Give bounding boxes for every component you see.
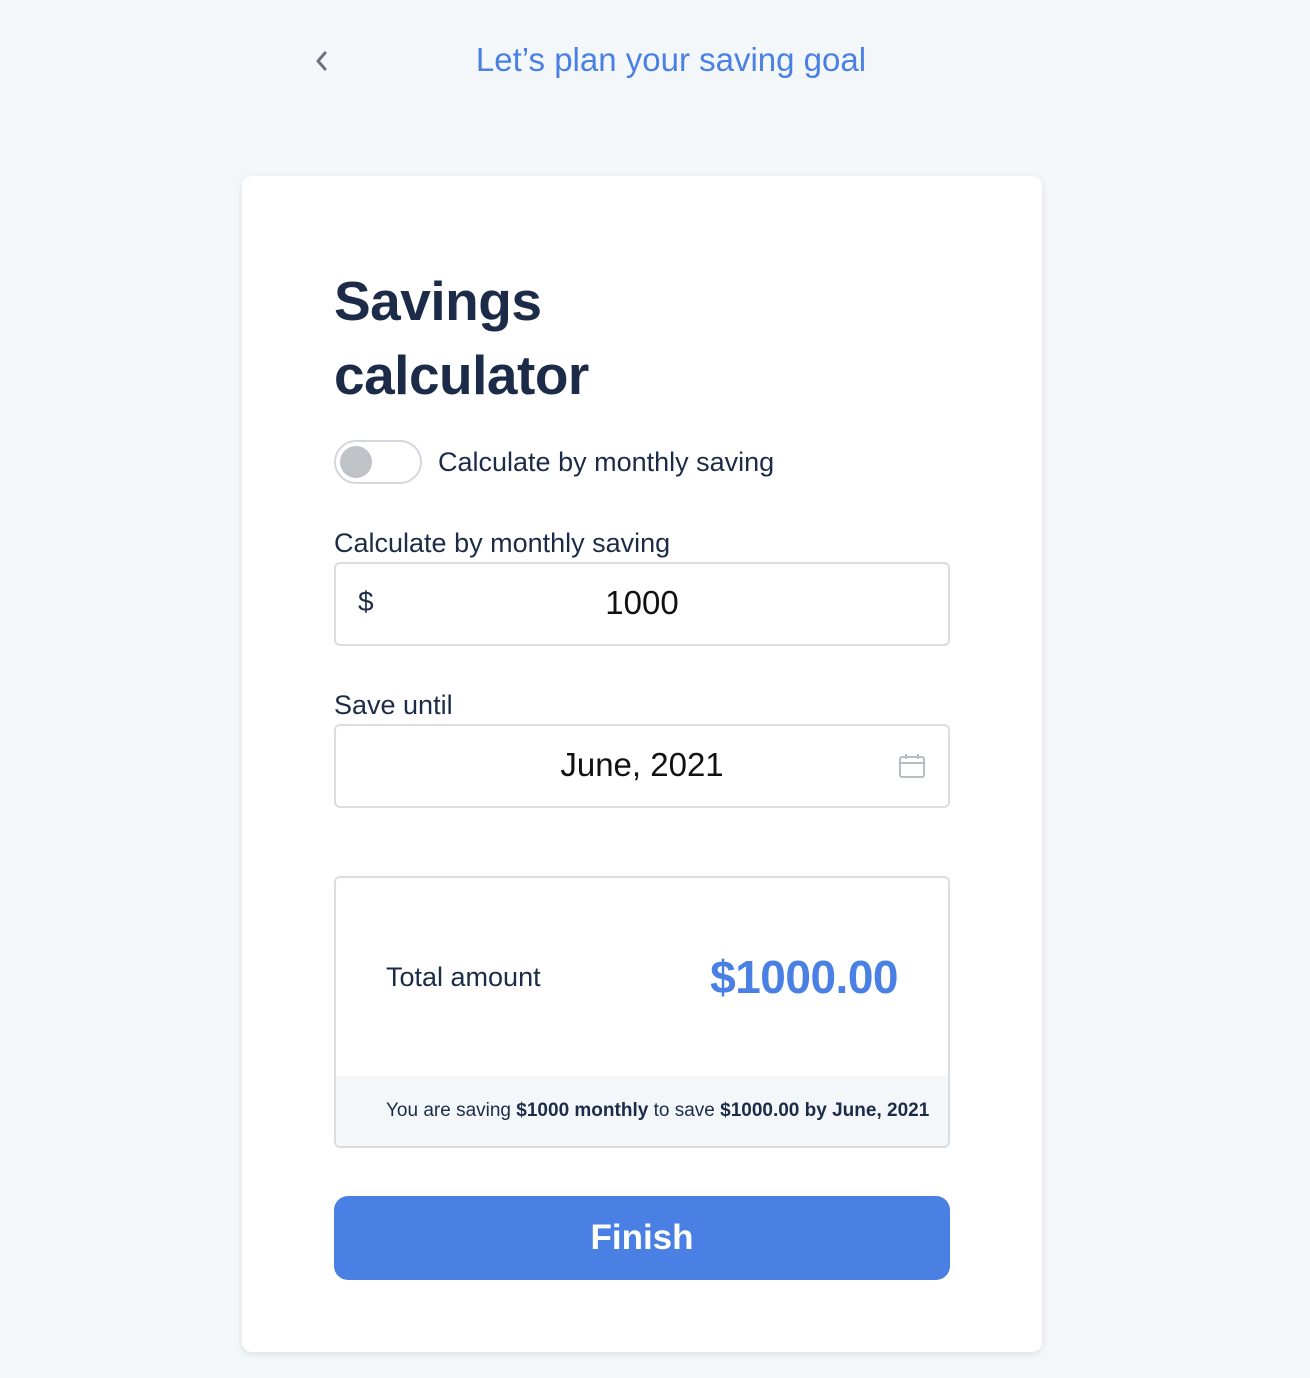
- monthly-saving-toggle[interactable]: [334, 440, 422, 484]
- calendar-icon[interactable]: [898, 752, 926, 780]
- page: Let’s plan your saving goal Savings calc…: [0, 0, 1310, 1378]
- save-until-field[interactable]: June, 2021: [334, 724, 950, 808]
- save-until-value: June, 2021: [560, 746, 724, 783]
- page-title: Let’s plan your saving goal: [475, 41, 867, 78]
- card-title-line2: calculator: [334, 344, 589, 406]
- card-title-line1: Savings: [334, 270, 542, 332]
- monthly-saving-field[interactable]: $ 1000: [334, 562, 950, 646]
- summary-box: Total amount $1000.00 You are saving $10…: [334, 876, 950, 1148]
- toggle-row: Calculate by monthly saving: [334, 440, 774, 484]
- summary-text: You are saving $1000 monthly to save $10…: [336, 1076, 948, 1146]
- total-amount-label: Total amount: [386, 962, 541, 992]
- monthly-saving-value: 1000: [605, 584, 679, 621]
- card-title: Savings calculator: [334, 264, 589, 412]
- monthly-saving-label: Calculate by monthly saving: [334, 528, 671, 558]
- summary-text-prefix: You are saving: [386, 1100, 512, 1121]
- summary-text-result: $1000.00 by June, 2021: [720, 1100, 930, 1121]
- toggle-knob: [340, 446, 372, 478]
- calculator-card: Savings calculator Calculate by monthly …: [242, 176, 1042, 1352]
- toggle-label: Calculate by monthly saving: [438, 446, 775, 477]
- finish-button[interactable]: Finish: [334, 1196, 950, 1280]
- summary-text-monthly: $1000 monthly: [516, 1100, 649, 1121]
- save-until-label: Save until: [334, 690, 453, 720]
- total-amount-value: $1000.00: [710, 951, 898, 1003]
- summary-text-middle: to save: [653, 1100, 715, 1121]
